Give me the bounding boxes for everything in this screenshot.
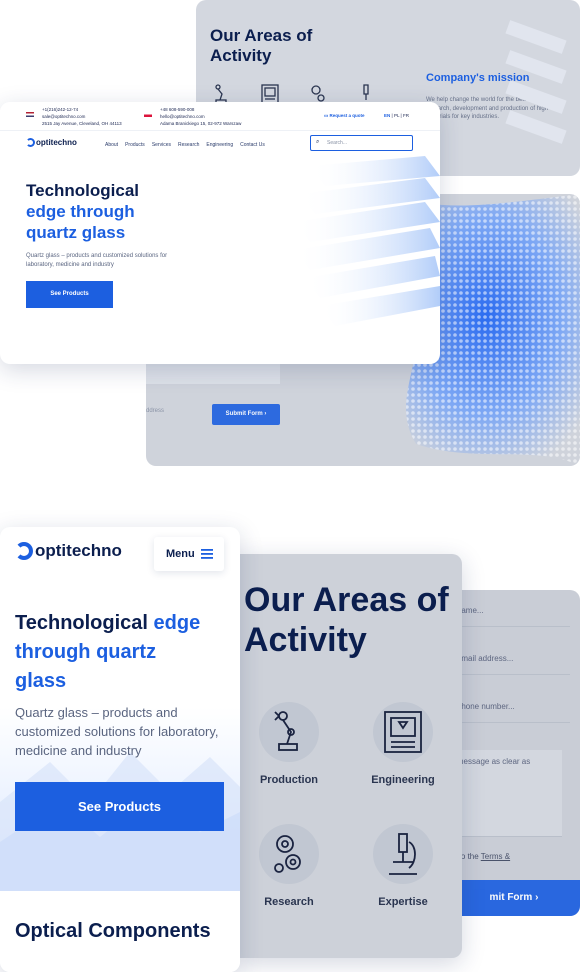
phone-field[interactable]: r phone number...	[448, 684, 570, 723]
desktop-homepage-preview: +1(216)242-12-74 sale@optitechno.com 251…	[0, 102, 440, 364]
printer-3d-icon	[384, 711, 422, 753]
mobile-hero-subtitle: Quartz glass – products and customized s…	[15, 705, 219, 758]
nav-research[interactable]: Research	[178, 142, 199, 148]
areas-title: Our Areas of Activity	[210, 26, 313, 65]
search-icon: ⌕	[316, 139, 320, 145]
logo-mark-icon	[15, 542, 33, 560]
hero-title: Technological edge through quartz glass	[26, 181, 140, 242]
us-phone[interactable]: +1(216)242-12-74	[42, 106, 122, 113]
us-email[interactable]: sale@optitechno.com	[42, 113, 122, 120]
request-quote-link[interactable]: ▭ Request a quote	[324, 113, 365, 119]
optical-components-heading: Optical Components	[15, 920, 211, 942]
hero-subtitle: Quartz glass – products and customized s…	[26, 253, 168, 268]
lang-pl[interactable]: PL	[394, 113, 399, 118]
nav-contact[interactable]: Contact Us	[240, 142, 265, 148]
mobile-see-products-button[interactable]: See Products	[15, 782, 224, 831]
see-products-button[interactable]: See Products	[26, 281, 113, 308]
area-research[interactable]: Research	[244, 824, 334, 908]
nav-links: About Products Services Research Enginee…	[105, 142, 265, 148]
gears-icon	[274, 835, 301, 873]
main-navbar: optitechno About Products Services Resea…	[0, 130, 440, 157]
message-field[interactable]: r message as clear as	[448, 750, 562, 837]
pl-address: Adama Branickiego 15, 02-972 Warszaw	[160, 121, 242, 126]
area-production[interactable]: Production	[244, 702, 334, 786]
submit-form-button-mobile[interactable]: mit Form ›	[448, 880, 580, 916]
pl-flag-icon	[144, 112, 152, 117]
us-address: 2515 Jay Avenue, Cleveland, OH 44113	[42, 121, 122, 126]
lang-fr[interactable]: FR	[403, 113, 409, 118]
mobile-areas-preview: Our Areas of Activity Production Enginee…	[240, 554, 462, 958]
mobile-section: Optical Components	[0, 891, 240, 972]
contact-topbar: +1(216)242-12-74 sale@optitechno.com 251…	[0, 102, 440, 130]
area-expertise[interactable]: Expertise	[358, 824, 448, 908]
robot-arm-icon	[274, 711, 298, 751]
us-flag-icon	[26, 112, 34, 117]
mobile-homepage-preview: optitechno Menu Technological edge throu…	[0, 527, 240, 972]
pl-email[interactable]: hello@optitechno.com	[160, 113, 241, 120]
nav-services[interactable]: Services	[152, 142, 171, 148]
logo[interactable]: optitechno	[26, 138, 77, 147]
terms-link[interactable]: Terms &	[481, 852, 510, 861]
hamburger-icon	[201, 549, 213, 559]
name-field[interactable]: r name...	[448, 590, 570, 627]
lang-en[interactable]: EN	[384, 113, 390, 118]
mobile-contact-form-preview: r name... r email address... r phone num…	[448, 590, 580, 916]
language-switcher: EN | PL | FR	[384, 113, 409, 118]
mobile-areas-title: Our Areas of Activity	[244, 581, 449, 659]
mobile-logo[interactable]: optitechno	[15, 541, 122, 561]
area-engineering[interactable]: Engineering	[358, 702, 448, 786]
menu-button[interactable]: Menu	[154, 537, 224, 571]
email-field[interactable]: r email address...	[448, 636, 570, 675]
pl-phone[interactable]: +48 608-590-008	[160, 106, 241, 113]
microscope-icon	[389, 833, 417, 875]
submit-form-button[interactable]: Submit Form ›	[212, 404, 280, 425]
mobile-hero-title: Technological edge through quartz glass	[15, 612, 201, 692]
address-fragment: ddress	[146, 408, 165, 414]
logo-mark-icon	[26, 138, 35, 147]
search-input[interactable]: ⌕ Search...	[310, 135, 413, 151]
nav-engineering[interactable]: Engineering	[206, 142, 233, 148]
nav-products[interactable]: Products	[125, 142, 145, 148]
glass-plates-image	[295, 156, 440, 326]
nav-about[interactable]: About	[105, 142, 118, 148]
glass-decoration	[505, 20, 567, 144]
